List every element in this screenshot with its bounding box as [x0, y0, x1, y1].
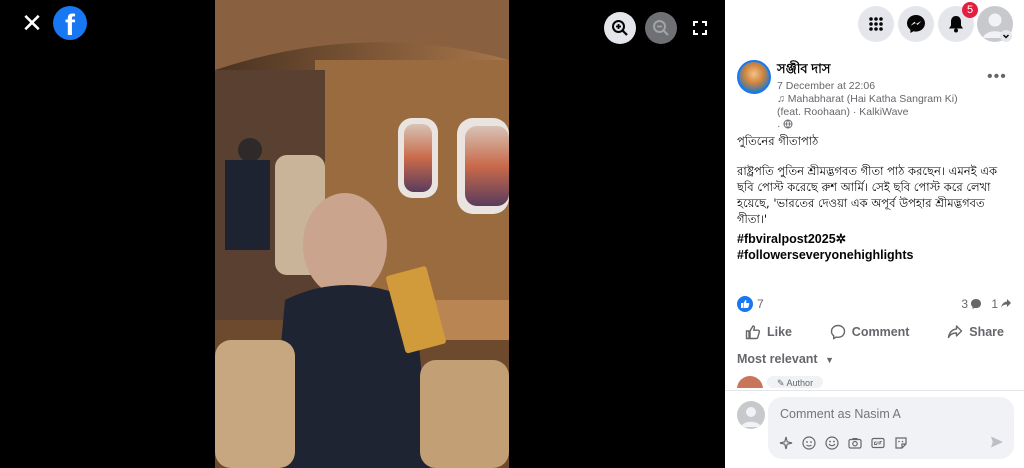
chevron-down-icon: ▼ — [825, 355, 834, 365]
hashtag-link[interactable]: #fbviralpost2025✲ — [737, 231, 1012, 247]
share-count[interactable]: 1 — [991, 297, 1012, 311]
post-title-line: পুতিনের গীতাপাঠ — [737, 134, 819, 148]
privacy-row: · — [777, 119, 977, 133]
avatar — [983, 13, 1012, 42]
comment-count-value: 3 — [961, 297, 968, 311]
share-count-icon — [1001, 299, 1011, 308]
author-tag: ✎ Author — [767, 376, 824, 388]
bell-icon — [949, 16, 963, 33]
like-label: Like — [767, 325, 793, 339]
comment-count[interactable]: 3 — [961, 297, 982, 311]
author-tag-label: Author — [786, 378, 814, 388]
fullscreen-button[interactable] — [688, 12, 712, 44]
comment-box — [768, 397, 1014, 459]
share-button[interactable]: Share — [939, 318, 1012, 346]
zoom-in-button[interactable] — [604, 12, 636, 44]
reaction-summary: 7 3 1 — [737, 296, 1012, 314]
account-button[interactable] — [977, 6, 1013, 42]
comment-button[interactable]: Comment — [822, 318, 918, 346]
menu-button[interactable] — [858, 6, 894, 42]
like-reaction-icon[interactable] — [737, 296, 753, 312]
comment-sort-dropdown[interactable]: Most relevant ▼ — [737, 352, 834, 366]
post-date[interactable]: 7 December at 22:06 — [777, 80, 977, 93]
comment-input[interactable] — [780, 407, 1000, 421]
post-actions: Like Comment Share — [737, 318, 1012, 346]
avatar-sticker-icon[interactable] — [801, 435, 817, 451]
sticker-icon[interactable] — [893, 435, 909, 451]
share-icon — [948, 325, 963, 339]
avatar — [741, 407, 761, 427]
comment-icon — [830, 324, 845, 340]
hashtag-link[interactable]: #followerseveryonehighlights — [737, 247, 1012, 263]
facebook-logo[interactable]: f — [53, 6, 87, 40]
comment-preview: ✎ Author — [737, 376, 1012, 388]
like-icon — [745, 325, 761, 340]
comment-count-icon — [971, 299, 981, 309]
author-avatar[interactable] — [737, 60, 771, 94]
cabin-photo-illustration — [215, 0, 509, 468]
music-title: Mahabharat (Hai Katha Sangram Ki) (feat.… — [777, 93, 958, 118]
fullscreen-icon — [693, 21, 707, 35]
author-name[interactable]: সঞ্জীব দাস — [777, 60, 830, 81]
zoom-in-icon — [612, 20, 628, 36]
media-viewer: ✕ f — [0, 0, 725, 468]
post-side-panel: 5 সঞ্জীব দাস 7 December at 22:06 ♫ Mahab… — [725, 0, 1024, 468]
post-music[interactable]: ♫ Mahabharat (Hai Katha Sangram Ki) (fea… — [777, 93, 977, 119]
music-icon: ♫ — [777, 93, 788, 105]
top-navigation: 5 — [725, 2, 1024, 42]
gif-icon[interactable] — [870, 435, 886, 451]
comment-composer — [725, 390, 1024, 468]
sparkle-icon[interactable] — [778, 435, 794, 451]
zoom-out-button[interactable] — [645, 12, 677, 44]
share-count-value: 1 — [991, 297, 998, 311]
composer-tools — [778, 435, 909, 451]
post-meta: 7 December at 22:06 ♫ Mahabharat (Hai Ka… — [777, 80, 977, 133]
privacy-separator: · — [777, 120, 781, 132]
reaction-count[interactable]: 7 — [757, 297, 764, 311]
messenger-button[interactable] — [898, 6, 934, 42]
current-user-avatar[interactable] — [737, 401, 765, 429]
share-label: Share — [969, 325, 1004, 339]
more-options-icon[interactable]: ••• — [987, 68, 1007, 86]
camera-icon[interactable] — [847, 435, 863, 451]
zoom-out-icon — [653, 20, 669, 36]
send-icon[interactable] — [990, 435, 1004, 454]
comment-sort-label: Most relevant — [737, 352, 818, 366]
pen-icon: ✎ — [777, 378, 787, 388]
emoji-icon[interactable] — [824, 435, 840, 451]
like-button[interactable]: Like — [737, 318, 800, 346]
close-icon[interactable]: ✕ — [20, 10, 44, 36]
post-body-text: রাষ্ট্রপতি পুতিন শ্রীমদ্ভগবত গীতা পাঠ কর… — [737, 164, 998, 226]
notifications-button[interactable]: 5 — [938, 2, 978, 42]
menu-grid-icon — [869, 17, 883, 31]
post-photo[interactable] — [215, 0, 509, 468]
comment-label: Comment — [851, 325, 910, 339]
messenger-icon — [907, 15, 925, 33]
thumbs-up-icon — [741, 300, 750, 308]
post-body: পুতিনের গীতাপাঠ রাষ্ট্রপতি পুতিন শ্রীমদ্… — [737, 133, 1012, 263]
hashtag-suffix-glyph: ✲ — [835, 232, 847, 246]
globe-icon[interactable] — [783, 119, 793, 129]
commenter-avatar[interactable] — [737, 376, 763, 388]
notification-badge: 5 — [962, 2, 978, 18]
